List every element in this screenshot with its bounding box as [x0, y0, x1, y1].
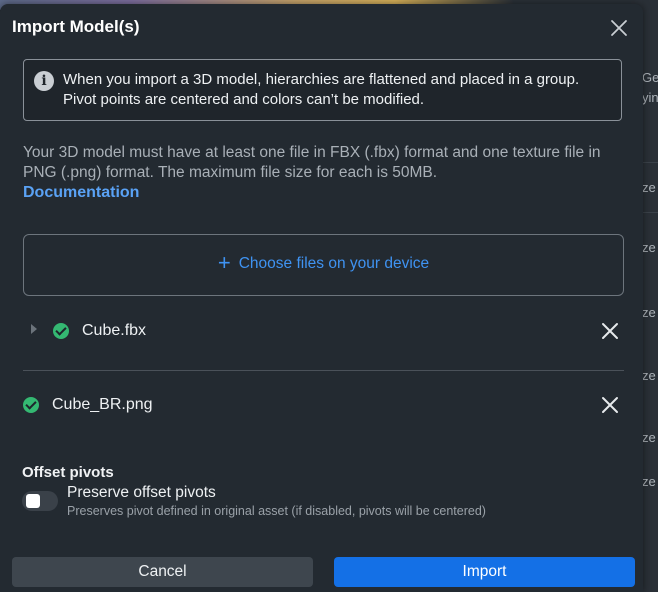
preserve-offset-pivots-toggle[interactable] [22, 491, 58, 511]
check-circle-icon [23, 397, 39, 413]
choose-files-label: Choose files on your device [238, 255, 430, 272]
plus-icon: + [217, 250, 231, 275]
offset-pivots-heading: Offset pivots [22, 464, 114, 481]
background-text: ze [642, 474, 656, 489]
close-icon[interactable] [607, 16, 631, 40]
choose-files-button[interactable]: + Choose files on your device [24, 250, 623, 275]
import-button[interactable]: Import [334, 557, 635, 587]
file-name: Cube.fbx [82, 322, 147, 339]
cancel-button[interactable]: Cancel [12, 557, 313, 587]
file-list-item: Cube.fbx [23, 311, 624, 351]
info-banner: i When you import a 3D model, hierarchie… [23, 59, 622, 121]
file-name: Cube_BR.png [52, 396, 153, 413]
check-circle-icon [53, 323, 69, 339]
background-text: yin [642, 90, 658, 105]
import-model-dialog: Import Model(s) i When you import a 3D m… [0, 4, 643, 592]
file-requirements-text: Your 3D model must have at least one fil… [23, 144, 601, 181]
preserve-offset-pivots-description: Preserves pivot defined in original asse… [67, 504, 486, 518]
background-text: ze [642, 368, 656, 383]
expand-caret-icon[interactable] [31, 324, 37, 334]
toggle-knob [26, 494, 40, 508]
background-text: ze [642, 240, 656, 255]
file-list-divider [23, 370, 624, 371]
background-divider [642, 162, 658, 163]
file-dropzone[interactable]: + Choose files on your device [23, 234, 624, 296]
background-text: ze [642, 430, 656, 445]
info-banner-text: When you import a 3D model, hierarchies … [63, 71, 580, 108]
info-icon: i [34, 71, 54, 91]
file-list-item: Cube_BR.png [23, 385, 624, 425]
documentation-link[interactable]: Documentation [23, 184, 139, 202]
remove-file-icon[interactable] [599, 394, 621, 416]
background-text: ze [642, 305, 656, 320]
remove-file-icon[interactable] [599, 320, 621, 342]
background-text: Ge [642, 70, 658, 85]
preserve-offset-pivots-label: Preserve offset pivots [67, 484, 216, 501]
dialog-title: Import Model(s) [12, 17, 140, 36]
background-divider [642, 212, 658, 213]
background-app-panel: Ge yin ze ze ze ze ze ze [642, 0, 658, 592]
background-text: ze [642, 180, 656, 195]
